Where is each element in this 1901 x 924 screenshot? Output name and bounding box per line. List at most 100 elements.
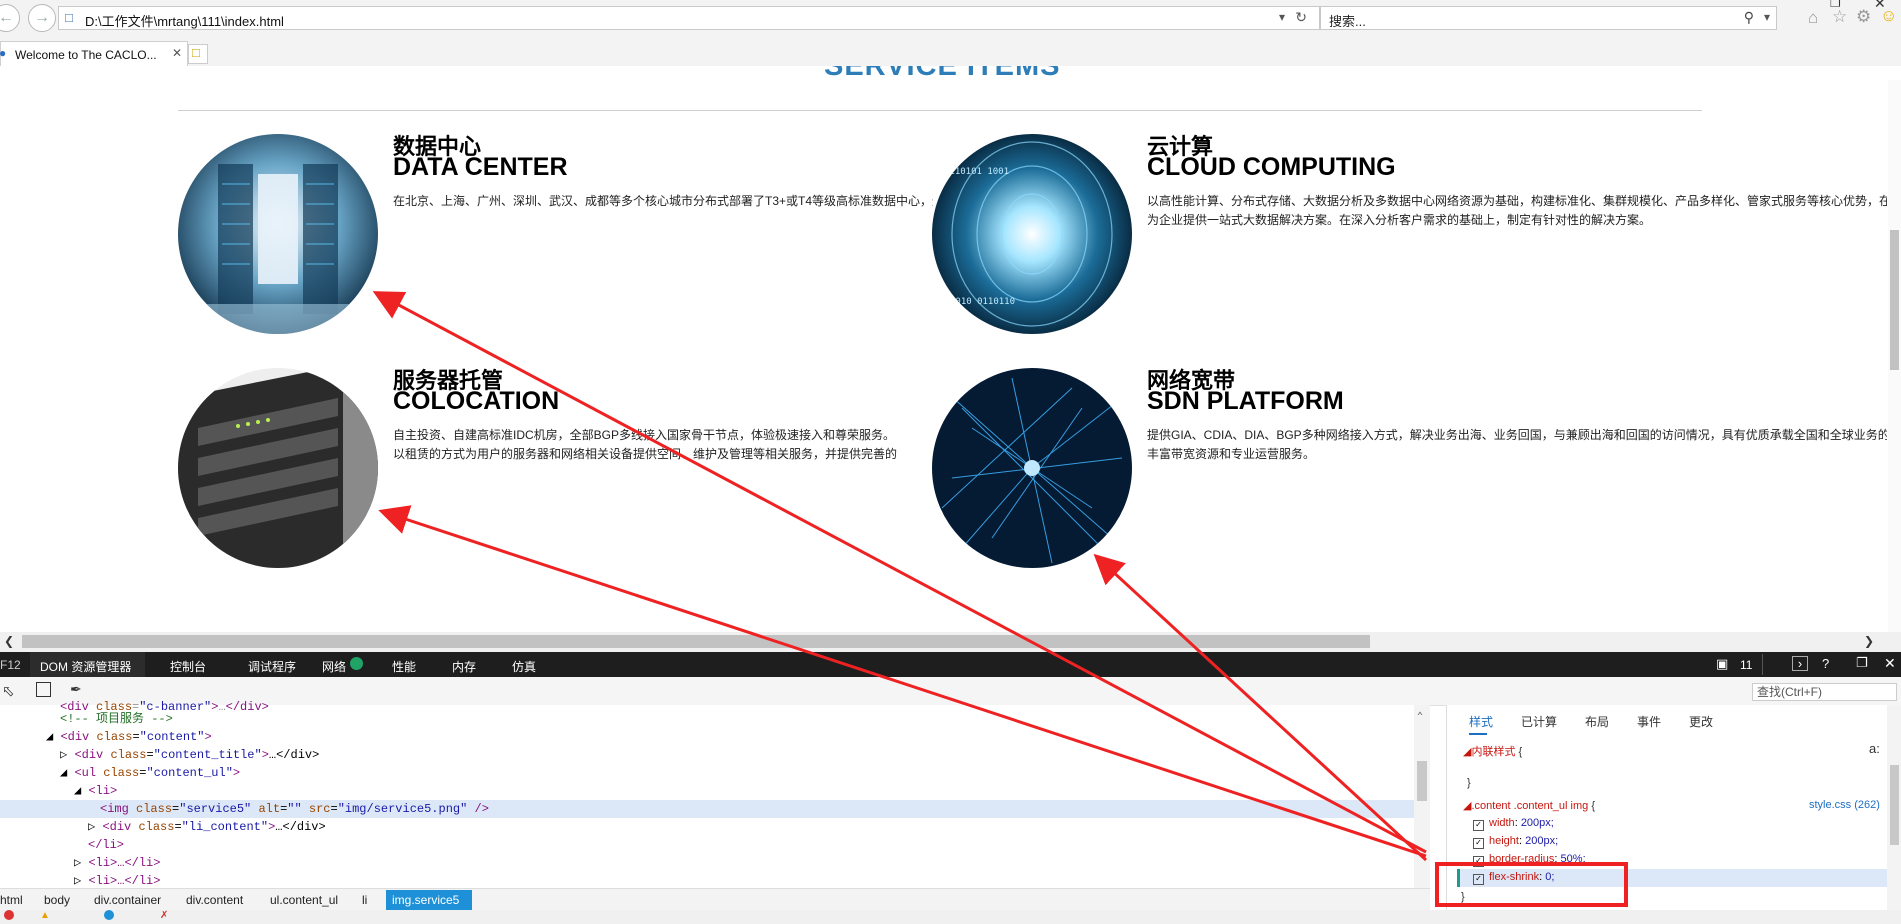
attr-value: content_title [160, 748, 255, 762]
url-input[interactable]: □ D:\工作文件\mrtang\111\index.html ▾ ↻ [58, 6, 1320, 30]
scroll-left-icon[interactable]: ❮ [4, 634, 14, 648]
styles-scrollbar[interactable] [1887, 705, 1901, 910]
breadcrumb-item[interactable]: div.content [186, 893, 243, 907]
css-declaration[interactable]: ✓ border-radius: 50%; [1473, 853, 1586, 867]
scroll-up-icon[interactable]: ⌃ [1417, 711, 1423, 723]
horizontal-scrollbar[interactable]: ❮ ❯ [0, 632, 1901, 652]
status-icon-tools[interactable]: ✗ [160, 910, 168, 921]
styles-tab-layout[interactable]: 布局 [1585, 713, 1609, 730]
status-icon-warning[interactable]: ▲ [40, 910, 50, 921]
settings-gear-icon[interactable]: ⚙ [1856, 7, 1871, 27]
service-description: 在北京、上海、广州、深圳、武汉、成都等多个核心城市分布式部署了T3+或T4等级高… [393, 192, 933, 211]
dom-node-li-close[interactable]: </li> [88, 836, 124, 854]
dom-node-li-content[interactable]: ▷ <div class="li_content">…</div> [88, 818, 326, 836]
f12-label: F12 [0, 658, 21, 672]
browser-tab-active[interactable]: ● Welcome to The CACLO... ✕ [0, 41, 188, 67]
find-input[interactable]: 查找(Ctrl+F) [1752, 683, 1897, 701]
service-description: 以高性能计算、分布式存储、大数据分析及多数据中心网络资源为基础，构建标准化、集群… [1147, 192, 1887, 230]
dom-node-content[interactable]: ◢ <div class="content"> [46, 728, 212, 746]
breadcrumb-item[interactable]: li [362, 893, 367, 907]
title-divider [178, 110, 1702, 111]
styles-tab-computed[interactable]: 已计算 [1521, 713, 1557, 730]
dom-comment[interactable]: <!-- 项目服务 --> [60, 710, 173, 728]
checkbox-icon[interactable]: ✓ [1473, 856, 1484, 867]
console-toggle-icon[interactable]: › [1792, 656, 1808, 671]
service-title-en: CLOUD COMPUTING [1147, 153, 1396, 181]
breadcrumb-item-active[interactable]: img.service5 [386, 890, 472, 910]
inline-style-close: } [1467, 777, 1471, 789]
new-tab-button[interactable]: □ [188, 44, 208, 64]
close-tab-icon[interactable]: ✕ [172, 46, 182, 60]
styles-tab-changes[interactable]: 更改 [1689, 713, 1713, 730]
attr-name: class [96, 730, 133, 744]
tab-memory[interactable]: 内存 [452, 658, 476, 675]
section-title: SERVICE ITEMS [824, 66, 1061, 82]
color-picker-icon[interactable]: ✒ [70, 681, 82, 698]
monitor-icon[interactable]: ▣ [1716, 656, 1728, 672]
change-marker [1457, 869, 1460, 887]
dom-node-content-title[interactable]: ▷ <div class="content_title">…</div> [60, 746, 319, 764]
breadcrumb-item[interactable]: ul.content_ul [270, 893, 338, 907]
breadcrumb-item[interactable]: html [0, 893, 23, 907]
checkbox-icon[interactable]: ✓ [1473, 838, 1484, 849]
document-mode-counter[interactable]: 11 [1740, 658, 1752, 672]
css-declaration-selected[interactable]: ✓ flex-shrink: 0; [1473, 871, 1554, 885]
service-description-line: 丰富带宽资源和专业运营服务。 [1147, 447, 1316, 461]
refresh-icon[interactable]: ↻ [1295, 9, 1307, 26]
tab-console[interactable]: 控制台 [170, 658, 206, 675]
forward-arrow-icon[interactable]: → [28, 4, 56, 32]
restore-window-icon[interactable]: ❐ [1830, 0, 1841, 10]
cloud-computing-image: 0110101 1001 1010 0110110 [932, 134, 1132, 334]
css-prop: flex-shrink [1489, 871, 1540, 883]
horizontal-scrollbar-thumb[interactable] [22, 635, 1370, 648]
styles-tab-events[interactable]: 事件 [1637, 713, 1661, 730]
rule-selector-line[interactable]: ◢.content .content_ul img { [1463, 799, 1595, 812]
vertical-scrollbar[interactable] [1888, 80, 1901, 632]
service-description-line: 自主投资、自建高标准IDC机房，全部BGP多线接入国家骨干节点，体验极速接入和尊… [393, 428, 896, 442]
attr-name: class [110, 748, 147, 762]
highlight-element-icon[interactable] [36, 682, 51, 697]
favorites-star-icon[interactable]: ☆ [1832, 7, 1847, 27]
status-icon-info[interactable] [104, 910, 114, 920]
close-devtools-icon[interactable]: ✕ [1884, 655, 1896, 672]
search-input[interactable]: 搜索... ⚲ ▾ [1320, 6, 1777, 30]
tab-performance[interactable]: 性能 [392, 658, 416, 675]
inline-style-rule[interactable]: ◢内联样式 { [1463, 743, 1522, 759]
tab-emulation[interactable]: 仿真 [512, 658, 536, 675]
dom-tree-scrollbar-thumb[interactable] [1417, 761, 1427, 801]
styles-scrollbar-thumb[interactable] [1890, 765, 1899, 845]
attr-value: content_ul [153, 766, 226, 780]
dom-node-li[interactable]: ◢ <li> [74, 782, 117, 800]
dom-node-content-ul[interactable]: ◢ <ul class="content_ul"> [60, 764, 240, 782]
service-description-line: 为企业提供一站式大数据解决方案。在深入分析客户需求的基础上，制定有针对性的解决方… [1147, 213, 1652, 227]
dropdown-icon[interactable]: ▾ [1764, 10, 1770, 24]
checkbox-icon[interactable]: ✓ [1473, 874, 1484, 885]
rule-source-link[interactable]: style.css (262) [1809, 799, 1880, 811]
tab-network[interactable]: 网络 [322, 658, 346, 675]
help-icon[interactable]: ? [1822, 656, 1829, 671]
status-icon-error[interactable] [4, 910, 14, 920]
dom-node-img-selected[interactable]: <img class="service5" alt="" src="img/se… [100, 800, 489, 818]
dom-node-li[interactable]: ▷ <li>…</li> [74, 854, 160, 872]
search-icon[interactable]: ⚲ [1744, 9, 1754, 26]
css-declaration[interactable]: ✓ width: 200px; [1473, 817, 1554, 831]
css-declaration[interactable]: ✓ height: 200px; [1473, 835, 1558, 849]
tab-dom-explorer[interactable]: DOM 资源管理器 [30, 652, 145, 677]
back-arrow-icon[interactable]: ← [0, 4, 20, 32]
breadcrumb-item[interactable]: div.container [94, 893, 161, 907]
dom-tree-scrollbar[interactable]: ⌃ [1414, 705, 1430, 888]
scroll-right-icon[interactable]: ❯ [1864, 634, 1874, 648]
undock-icon[interactable]: ❐ [1856, 655, 1868, 671]
vertical-scrollbar-thumb[interactable] [1890, 230, 1899, 370]
tag-text: <li> [88, 784, 118, 798]
checkbox-icon[interactable]: ✓ [1473, 820, 1484, 831]
select-element-icon[interactable]: ⬁ [2, 682, 15, 700]
close-window-icon[interactable]: ✕ [1874, 0, 1886, 12]
breadcrumb-item[interactable]: body [44, 893, 70, 907]
tab-debugger[interactable]: 调试程序 [248, 658, 296, 675]
dropdown-icon[interactable]: ▾ [1279, 10, 1285, 24]
tag-text: <li>…</li> [88, 874, 161, 888]
home-icon[interactable]: ⌂ [1808, 8, 1818, 28]
styles-tab-styles[interactable]: 样式 [1469, 713, 1493, 730]
text-format-icon[interactable]: a: [1869, 741, 1880, 756]
